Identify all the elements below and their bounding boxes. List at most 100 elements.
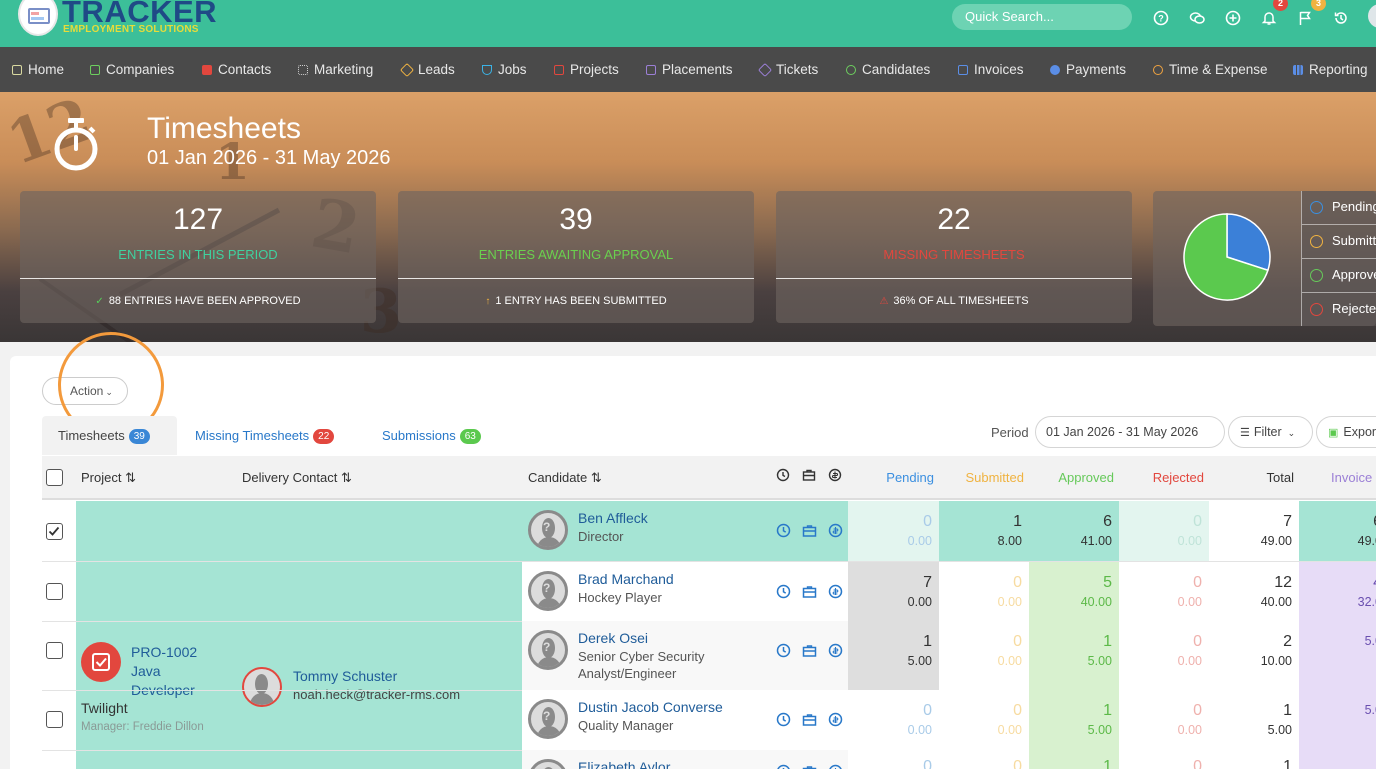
col-total[interactable]: Total xyxy=(1208,470,1294,485)
payment-coin-icon[interactable] xyxy=(828,712,843,727)
candidate-name[interactable]: Derek Osei xyxy=(578,630,648,646)
timesheet-clock-icon[interactable] xyxy=(776,712,791,727)
stat-card-entries[interactable]: 127 ENTRIES IN THIS PERIOD ✓ 88 ENTRIES H… xyxy=(20,191,376,323)
legend-rejected[interactable]: Rejected xyxy=(1302,293,1376,327)
nav-invoices[interactable]: Invoices xyxy=(958,47,1024,92)
placement-briefcase-icon[interactable] xyxy=(802,643,817,658)
pending-cell[interactable]: 7 0.00 xyxy=(848,562,939,621)
pending-cell[interactable]: 0 xyxy=(848,750,939,769)
history-icon[interactable] xyxy=(1333,10,1349,26)
approved-cell[interactable]: 1 5.00 xyxy=(1029,621,1119,690)
payment-coin-icon[interactable] xyxy=(828,643,843,658)
select-all-checkbox[interactable] xyxy=(46,469,63,486)
invoiced-cell[interactable] xyxy=(1299,750,1376,769)
placement-briefcase-icon[interactable] xyxy=(802,712,817,727)
row-checkbox[interactable] xyxy=(46,523,63,540)
candidate-name[interactable]: Ben Affleck xyxy=(578,510,648,526)
approved-cell[interactable]: 1 xyxy=(1029,750,1119,769)
nav-contacts[interactable]: Contacts xyxy=(202,47,271,92)
row-checkbox[interactable] xyxy=(46,583,63,600)
nav-jobs[interactable]: Jobs xyxy=(482,47,527,92)
user-avatar[interactable] xyxy=(1368,4,1376,28)
row-checkbox[interactable] xyxy=(46,711,63,728)
rejected-cell[interactable]: 0 0.00 xyxy=(1119,690,1209,750)
legend-pending[interactable]: Pending xyxy=(1302,191,1376,225)
total-cell[interactable]: 7 49.00 xyxy=(1209,501,1299,561)
col-project[interactable]: Project ⇅ xyxy=(81,470,136,486)
nav-tickets[interactable]: Tickets xyxy=(757,47,818,92)
invoiced-cell[interactable]: 5.0 xyxy=(1299,690,1376,750)
timesheet-clock-icon[interactable] xyxy=(776,643,791,658)
quick-search-input[interactable]: Quick Search... xyxy=(952,4,1132,30)
filter-button[interactable]: ☰ Filter ⌄ xyxy=(1228,416,1313,448)
invoiced-cell[interactable]: 432.0 xyxy=(1299,562,1376,621)
nav-reporting[interactable]: Reporting xyxy=(1293,47,1368,92)
rejected-cell[interactable]: 0 0.00 xyxy=(1119,501,1209,561)
total-cell[interactable]: 12 40.00 xyxy=(1209,562,1299,621)
col-candidate[interactable]: Candidate ⇅ xyxy=(528,470,602,486)
col-pending[interactable]: Pending xyxy=(848,470,934,485)
timesheet-clock-icon[interactable] xyxy=(776,584,791,599)
payment-coin-icon[interactable] xyxy=(828,584,843,599)
nav-leads[interactable]: Leads xyxy=(399,47,455,92)
approved-cell[interactable]: 1 5.00 xyxy=(1029,690,1119,750)
total-cell[interactable]: 1 5.00 xyxy=(1209,690,1299,750)
placement-briefcase-icon[interactable] xyxy=(802,584,817,599)
candidate-name[interactable]: Elizabeth Aylor xyxy=(578,759,670,769)
submitted-cell[interactable]: 0 0.00 xyxy=(939,690,1029,750)
submitted-cell[interactable]: 0 0.00 xyxy=(939,621,1029,690)
placement-briefcase-icon[interactable] xyxy=(802,523,817,538)
legend-approved[interactable]: Approved xyxy=(1302,259,1376,293)
tab-timesheets[interactable]: Timesheets 39 xyxy=(42,416,177,455)
rejected-cell[interactable]: 0 xyxy=(1119,750,1209,769)
payment-coin-icon[interactable] xyxy=(828,523,843,538)
rejected-cell[interactable]: 0 0.00 xyxy=(1119,621,1209,690)
rejected-cell[interactable]: 0 0.00 xyxy=(1119,562,1209,621)
nav-companies[interactable]: Companies xyxy=(90,47,174,92)
nav-candidates[interactable]: Candidates xyxy=(846,47,930,92)
approved-cell[interactable]: 6 41.00 xyxy=(1029,501,1119,561)
tab-submissions[interactable]: Submissions 63 xyxy=(382,416,481,455)
candidate-name[interactable]: Brad Marchand xyxy=(578,571,674,587)
logo-icon[interactable] xyxy=(18,0,58,36)
pending-cell[interactable]: 1 5.00 xyxy=(848,621,939,690)
total-cell[interactable]: 2 10.00 xyxy=(1209,621,1299,690)
approved-cell[interactable]: 5 40.00 xyxy=(1029,562,1119,621)
nav-placements[interactable]: Placements xyxy=(646,47,733,92)
period-picker[interactable]: 01 Jan 2026 - 31 May 2026 xyxy=(1035,416,1225,448)
add-icon[interactable] xyxy=(1225,10,1241,26)
tab-missing-timesheets[interactable]: Missing Timesheets 22 xyxy=(195,416,335,455)
col-approved[interactable]: Approved xyxy=(1028,470,1114,485)
invoiced-cell[interactable]: 649.0 xyxy=(1299,501,1376,561)
flag-icon[interactable] xyxy=(1297,10,1313,26)
legend-submitted[interactable]: Submitted xyxy=(1302,225,1376,259)
submitted-cell[interactable]: 0 xyxy=(939,750,1029,769)
total-cell[interactable]: 1 xyxy=(1209,750,1299,769)
col-invoiced[interactable]: Invoice xyxy=(1331,470,1372,485)
candidate-name[interactable]: Dustin Jacob Converse xyxy=(578,699,723,715)
col-delivery-contact[interactable]: Delivery Contact ⇅ xyxy=(242,470,352,486)
row-checkbox[interactable] xyxy=(46,642,63,659)
placement-briefcase-icon[interactable] xyxy=(802,764,817,769)
nav-marketing[interactable]: Marketing xyxy=(298,47,373,92)
stat-card-missing[interactable]: 22 MISSING TIMESHEETS ⚠ 36% OF ALL TIMESH… xyxy=(776,191,1132,323)
export-button[interactable]: ▣ Export xyxy=(1316,416,1376,448)
project-link[interactable]: PRO-1002 Java Developer xyxy=(131,643,197,700)
nav-projects[interactable]: Projects xyxy=(554,47,619,92)
col-submitted[interactable]: Submitted xyxy=(938,470,1024,485)
submitted-cell[interactable]: 0 0.00 xyxy=(939,562,1029,621)
bell-icon[interactable] xyxy=(1261,10,1277,26)
help-icon[interactable]: ? xyxy=(1153,10,1169,26)
pending-cell[interactable]: 0 0.00 xyxy=(848,501,939,561)
timesheet-clock-icon[interactable] xyxy=(776,523,791,538)
chat-icon[interactable] xyxy=(1189,10,1205,26)
contact-name[interactable]: Tommy Schuster xyxy=(293,668,397,684)
timesheet-clock-icon[interactable] xyxy=(776,764,791,769)
submitted-cell[interactable]: 1 8.00 xyxy=(939,501,1029,561)
nav-home[interactable]: Home xyxy=(12,47,64,92)
invoiced-cell[interactable]: 5.0 xyxy=(1299,621,1376,690)
stat-card-awaiting[interactable]: 39 ENTRIES AWAITING APPROVAL ↑ 1 ENTRY HA… xyxy=(398,191,754,323)
col-rejected[interactable]: Rejected xyxy=(1118,470,1204,485)
payment-coin-icon[interactable] xyxy=(828,764,843,769)
nav-time-expense[interactable]: Time & Expense xyxy=(1153,47,1268,92)
